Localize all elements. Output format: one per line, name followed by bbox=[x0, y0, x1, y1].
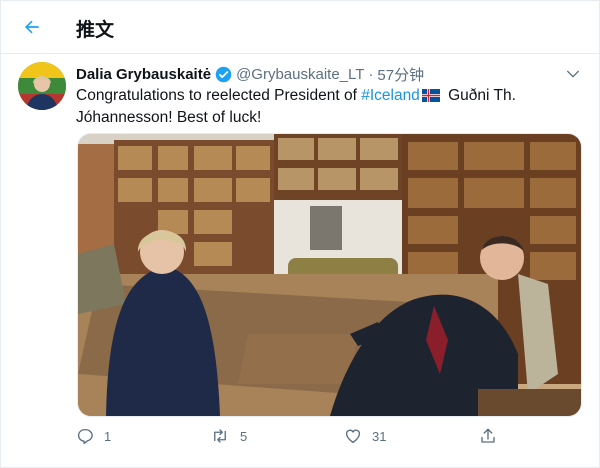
share-icon bbox=[481, 428, 495, 443]
avatar[interactable] bbox=[18, 62, 66, 110]
chevron-down-icon bbox=[567, 70, 579, 78]
reply-count: 1 bbox=[104, 428, 112, 444]
retweet-button[interactable]: 5 bbox=[210, 424, 247, 448]
tweet-actions: 1 5 31 bbox=[76, 424, 580, 448]
tweet-timestamp[interactable]: 57分钟 bbox=[377, 64, 424, 85]
separator-dot: · bbox=[368, 65, 374, 83]
tweet-photo[interactable] bbox=[77, 133, 582, 417]
page-title: 推文 bbox=[76, 20, 115, 41]
share-button[interactable] bbox=[479, 424, 497, 448]
like-button[interactable]: 31 bbox=[344, 424, 386, 448]
tweet-text-part1: Congratulations to reelected President o… bbox=[76, 87, 362, 104]
photo-image bbox=[78, 134, 581, 416]
tweet-text: Congratulations to reelected President o… bbox=[76, 86, 576, 128]
back-button[interactable] bbox=[14, 9, 50, 45]
like-count: 31 bbox=[372, 428, 387, 444]
avatar-image bbox=[18, 62, 66, 110]
more-options-button[interactable] bbox=[562, 63, 584, 85]
tweet-header: Dalia Grybauskaitė @Grybauskaite_LT · 57… bbox=[76, 64, 424, 84]
reply-icon bbox=[77, 428, 93, 445]
verified-badge-icon bbox=[215, 66, 232, 83]
iceland-flag-icon bbox=[421, 88, 440, 108]
reply-button[interactable]: 1 bbox=[76, 424, 111, 448]
arrow-left-icon bbox=[25, 20, 39, 34]
author-handle[interactable]: @Grybauskaite_LT bbox=[236, 66, 364, 83]
retweet-icon bbox=[214, 429, 226, 443]
hashtag-link[interactable]: #Iceland bbox=[361, 87, 420, 104]
author-name[interactable]: Dalia Grybauskaitė bbox=[76, 66, 211, 83]
page-header: 推文 bbox=[0, 0, 600, 54]
retweet-count: 5 bbox=[240, 428, 248, 444]
heart-icon bbox=[345, 429, 361, 444]
